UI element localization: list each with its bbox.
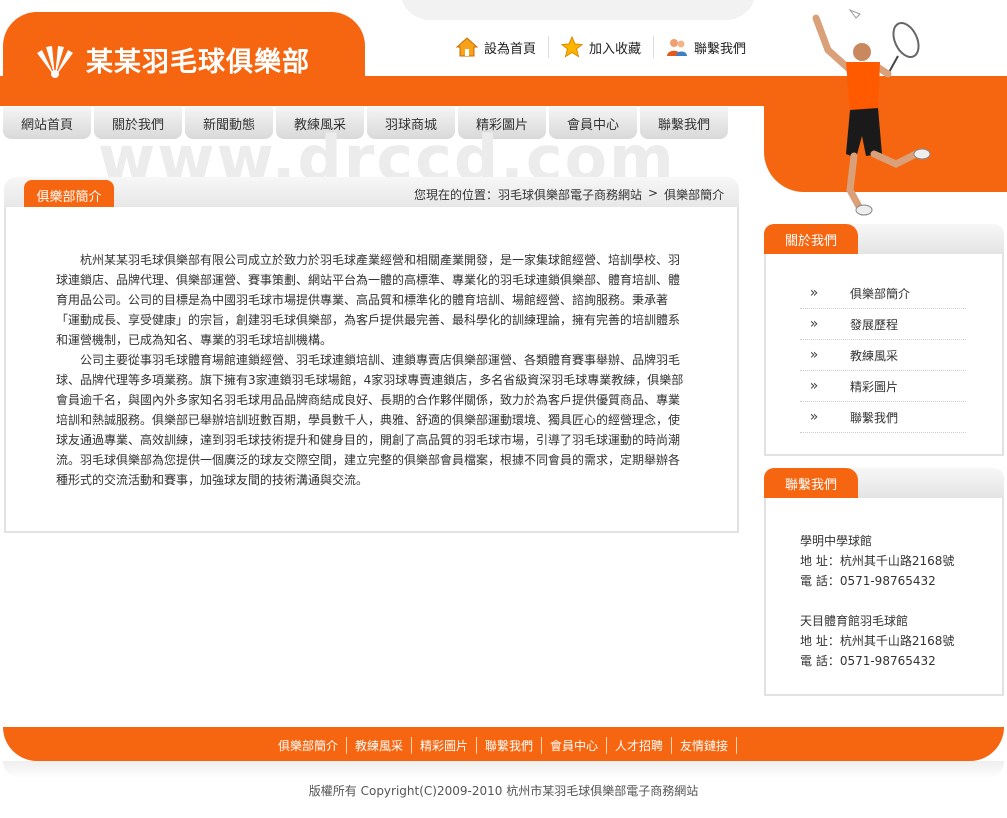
set-homepage-link[interactable]: 設為首頁	[444, 36, 550, 58]
double-chevron-icon: »	[809, 285, 819, 301]
breadcrumb-current: 俱樂部簡介	[664, 188, 725, 202]
add-favorite-link[interactable]: 加入收藏	[549, 36, 655, 58]
contact-info: 學明中學球館 地 址：杭州其千山路2168號 電 話：0571-98765432…	[800, 531, 954, 671]
about-panel-title: 關於我們	[764, 224, 858, 254]
nav-home[interactable]: 網站首頁	[3, 107, 91, 139]
site-title: 某某羽毛球俱樂部	[86, 47, 310, 78]
badminton-player-image	[812, 8, 931, 216]
footer-links: 俱樂部簡介 教練風采 精彩圖片 聯繫我們 會員中心 人才招聘 友情鏈接	[0, 737, 1007, 754]
shuttlecock-logo-icon	[37, 45, 73, 78]
header-top-bar	[400, 0, 756, 20]
breadcrumb-path[interactable]: 您現在的位置：羽毛球俱樂部電子商務網站	[414, 186, 642, 203]
footer-shadow	[3, 761, 1004, 779]
breadcrumb: 您現在的位置：羽毛球俱樂部電子商務網站 > 俱樂部簡介	[414, 186, 724, 203]
footer-link-contact[interactable]: 聯繫我們	[477, 737, 542, 754]
about-item-coaches[interactable]: » 教練風采	[800, 340, 966, 371]
site-logo[interactable]: 某某羽毛球俱樂部	[34, 40, 310, 79]
venue-name: 學明中學球館	[800, 534, 873, 548]
double-chevron-icon: »	[809, 409, 819, 425]
club-intro-text: 杭州某某羽毛球俱樂部有限公司成立於致力於羽毛球產業經營和相關產業開發，是一家集球…	[56, 250, 684, 490]
double-chevron-icon: »	[809, 378, 819, 394]
intro-paragraph: 杭州某某羽毛球俱樂部有限公司成立於致力於羽毛球產業經營和相關產業開發，是一家集球…	[56, 253, 681, 347]
top-links: 設為首頁 加入收藏 聯繫我們	[444, 36, 758, 58]
footer-link-members[interactable]: 會員中心	[542, 737, 608, 754]
venue-phone: 電 話：0571-98765432	[800, 654, 936, 668]
footer-link-jobs[interactable]: 人才招聘	[607, 737, 673, 754]
venue-name: 天目體育館羽毛球館	[800, 614, 909, 628]
about-item-gallery[interactable]: » 精彩圖片	[800, 371, 966, 402]
contact-us-link[interactable]: 聯繫我們	[654, 36, 758, 58]
about-menu: » 俱樂部簡介 » 發展歷程 » 教練風采 » 精彩圖片 » 聯繫我們	[800, 278, 966, 433]
double-chevron-icon: »	[809, 316, 819, 332]
about-item-history[interactable]: » 發展歷程	[800, 309, 966, 340]
about-item-contact[interactable]: » 聯繫我們	[800, 402, 966, 433]
double-chevron-icon: »	[809, 347, 819, 363]
contact-panel-title: 聯繫我們	[764, 468, 858, 498]
copyright: 版權所有 Copyright(C)2009-2010 杭州市某羽毛球俱樂部電子商…	[308, 784, 699, 798]
star-icon	[561, 36, 584, 58]
users-icon	[667, 39, 688, 56]
footer-link-coaches[interactable]: 教練風采	[347, 737, 412, 754]
venue-address: 地 址：杭州其千山路2168號	[800, 634, 955, 648]
breadcrumb-separator: >	[648, 186, 659, 200]
intro-paragraph: 公司主要從事羽毛球體育場館連鎖經營、羽毛球連鎖培訓、連鎖專賣店俱樂部運營、各類體…	[56, 353, 684, 487]
footer-link-friends[interactable]: 友情鏈接	[672, 737, 738, 754]
main-panel-tab: 俱樂部簡介	[24, 180, 114, 210]
footer-link-gallery[interactable]: 精彩圖片	[412, 737, 477, 754]
about-item-intro[interactable]: » 俱樂部簡介	[800, 278, 966, 309]
home-icon	[456, 37, 478, 57]
footer-link-intro[interactable]: 俱樂部簡介	[270, 737, 347, 754]
venue-phone: 電 話：0571-98765432	[800, 574, 936, 588]
venue-address: 地 址：杭州其千山路2168號	[800, 554, 955, 568]
